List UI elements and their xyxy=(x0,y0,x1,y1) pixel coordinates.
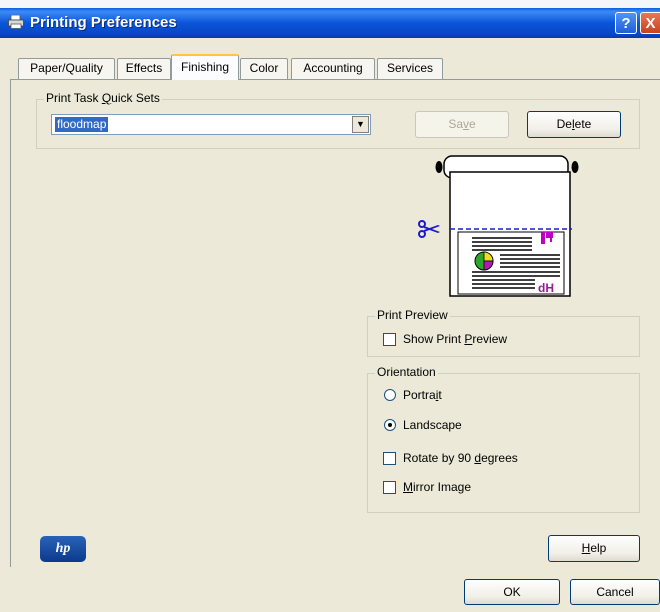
tab-accounting[interactable]: Accounting xyxy=(291,58,375,79)
help-button[interactable]: Help xyxy=(548,535,640,562)
quick-sets-selected-value: floodmap xyxy=(55,117,109,132)
landscape-radio[interactable] xyxy=(384,419,396,431)
radio-selected-dot xyxy=(388,423,392,427)
show-print-preview-label[interactable]: Show Print Preview xyxy=(403,332,507,346)
tab-strip-border xyxy=(10,79,660,80)
printer-icon xyxy=(8,15,24,29)
cancel-button[interactable]: Cancel xyxy=(570,579,660,605)
delete-button[interactable]: Delete xyxy=(527,111,621,138)
tab-effects[interactable]: Effects xyxy=(117,58,171,79)
window-title: Printing Preferences xyxy=(30,14,177,31)
save-button[interactable]: Save xyxy=(415,111,509,138)
print-preview-label: Print Preview xyxy=(375,308,450,322)
chevron-down-icon[interactable]: ▼ xyxy=(352,116,369,133)
close-button[interactable]: X xyxy=(640,12,660,34)
tab-finishing[interactable]: Finishing xyxy=(171,54,239,80)
rotate-90-label[interactable]: Rotate by 90 degrees xyxy=(403,451,518,465)
hp-logo: hp xyxy=(40,536,86,562)
tab-services[interactable]: Services xyxy=(377,58,443,79)
desktop-background xyxy=(0,0,660,8)
orientation-label: Orientation xyxy=(375,365,438,379)
tab-paper-quality[interactable]: Paper/Quality xyxy=(18,58,115,79)
landscape-label[interactable]: Landscape xyxy=(403,418,462,432)
rotate-90-checkbox[interactable] xyxy=(383,452,396,465)
tab-color[interactable]: Color xyxy=(240,58,288,79)
quick-sets-combobox[interactable]: floodmap ▼ xyxy=(51,114,371,135)
show-print-preview-checkbox[interactable] xyxy=(383,333,396,346)
help-title-button[interactable]: ? xyxy=(615,12,637,34)
mirror-image-label[interactable]: Mirror Image xyxy=(403,480,471,494)
quick-sets-label: Print Task Quick Sets xyxy=(44,91,162,105)
preview-caption: dH xyxy=(538,281,554,295)
ok-button[interactable]: OK xyxy=(464,579,560,605)
portrait-radio[interactable] xyxy=(384,389,396,401)
mirror-image-checkbox[interactable] xyxy=(383,481,396,494)
finishing-preview-image xyxy=(418,155,579,297)
portrait-label[interactable]: Portrait xyxy=(403,388,442,402)
